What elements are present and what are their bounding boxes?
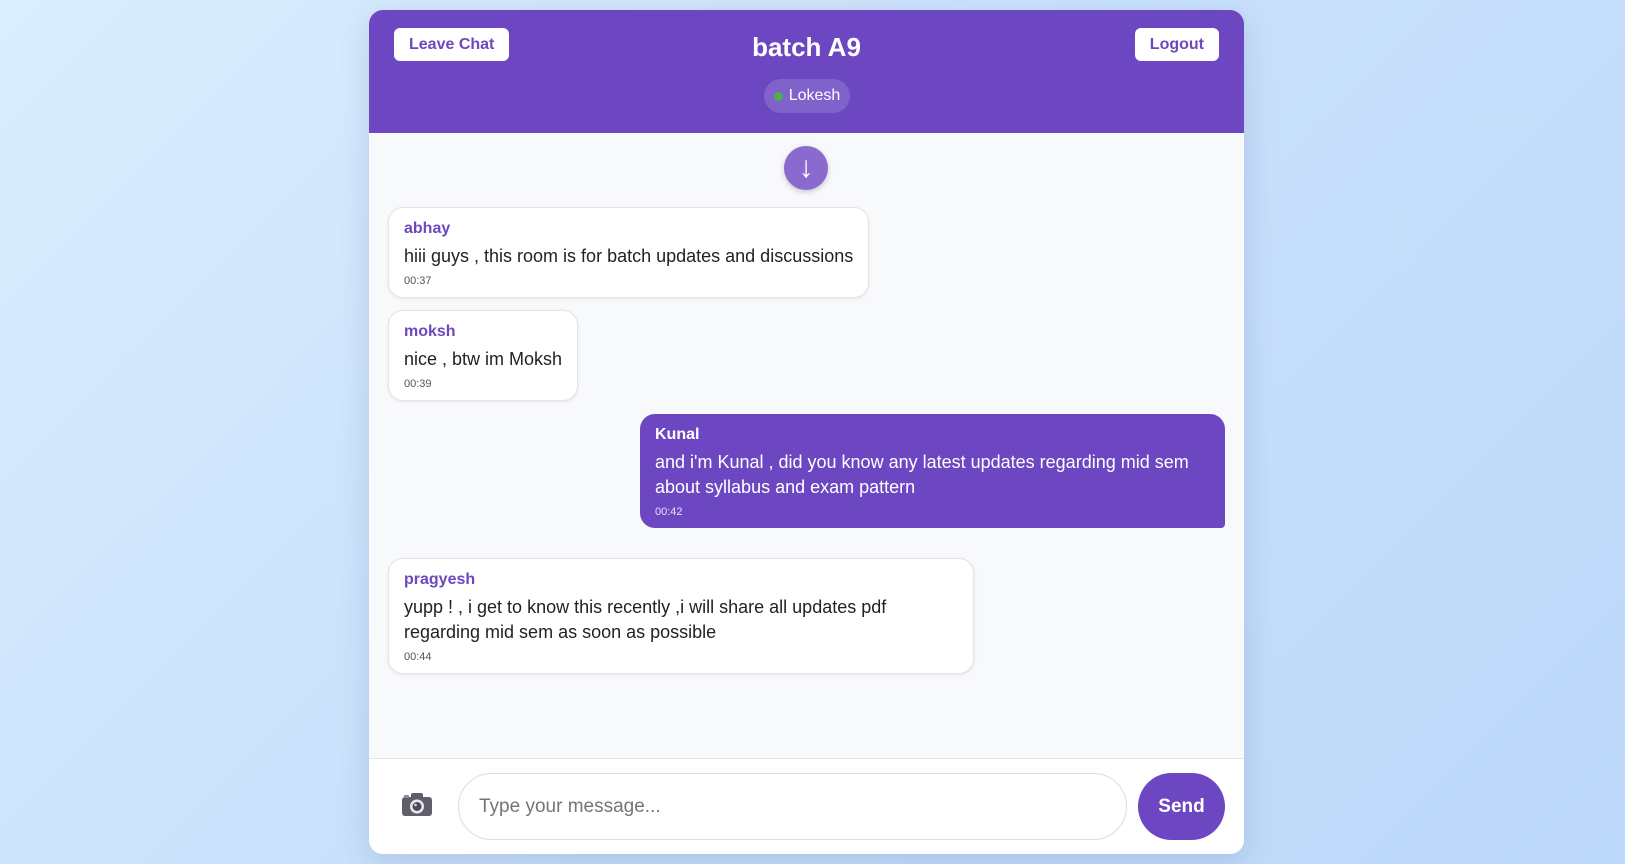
message-input[interactable] bbox=[458, 773, 1127, 840]
chat-header: Leave Chat batch A9 Logout Lokesh bbox=[369, 10, 1244, 133]
online-user-badge: Lokesh bbox=[764, 79, 850, 113]
logout-button[interactable]: Logout bbox=[1134, 28, 1219, 61]
send-button[interactable]: Send bbox=[1138, 773, 1225, 840]
message-time: 00:44 bbox=[404, 651, 432, 663]
message-author: pragyesh bbox=[404, 571, 476, 588]
message-text: hiii guys , this room is for batch updat… bbox=[404, 246, 854, 266]
composer-bar: Send bbox=[369, 758, 1244, 854]
message-bubble: abhay hiii guys , this room is for batch… bbox=[388, 207, 870, 298]
message-author: Kunal bbox=[655, 426, 700, 443]
online-status-icon bbox=[773, 91, 783, 101]
scroll-down-button[interactable]: ↓ bbox=[784, 146, 828, 190]
message-author: moksh bbox=[404, 323, 456, 340]
message-time: 00:42 bbox=[655, 506, 683, 518]
camera-button[interactable] bbox=[399, 787, 435, 823]
online-user-name: Lokesh bbox=[788, 87, 841, 104]
room-title: batch A9 bbox=[752, 32, 861, 62]
message-bubble: pragyesh yupp ! , i get to know this rec… bbox=[388, 558, 974, 674]
message-time: 00:39 bbox=[404, 378, 432, 390]
message-author: abhay bbox=[404, 220, 451, 237]
chat-window: Leave Chat batch A9 Logout Lokesh ↓ abha… bbox=[369, 10, 1244, 854]
message-text: and i'm Kunal , did you know any latest … bbox=[655, 452, 1189, 497]
message-time: 00:37 bbox=[404, 275, 432, 287]
message-list[interactable]: ↓ abhay hiii guys , this room is for bat… bbox=[369, 133, 1244, 768]
message-text: yupp ! , i get to know this recently ,i … bbox=[404, 597, 887, 642]
arrow-down-icon: ↓ bbox=[798, 151, 814, 184]
message-text: nice , btw im Moksh bbox=[404, 349, 563, 369]
message-bubble: moksh nice , btw im Moksh 00:39 bbox=[388, 310, 579, 401]
message-bubble-self: Kunal and i'm Kunal , did you know any l… bbox=[640, 414, 1225, 528]
camera-icon bbox=[402, 792, 432, 816]
